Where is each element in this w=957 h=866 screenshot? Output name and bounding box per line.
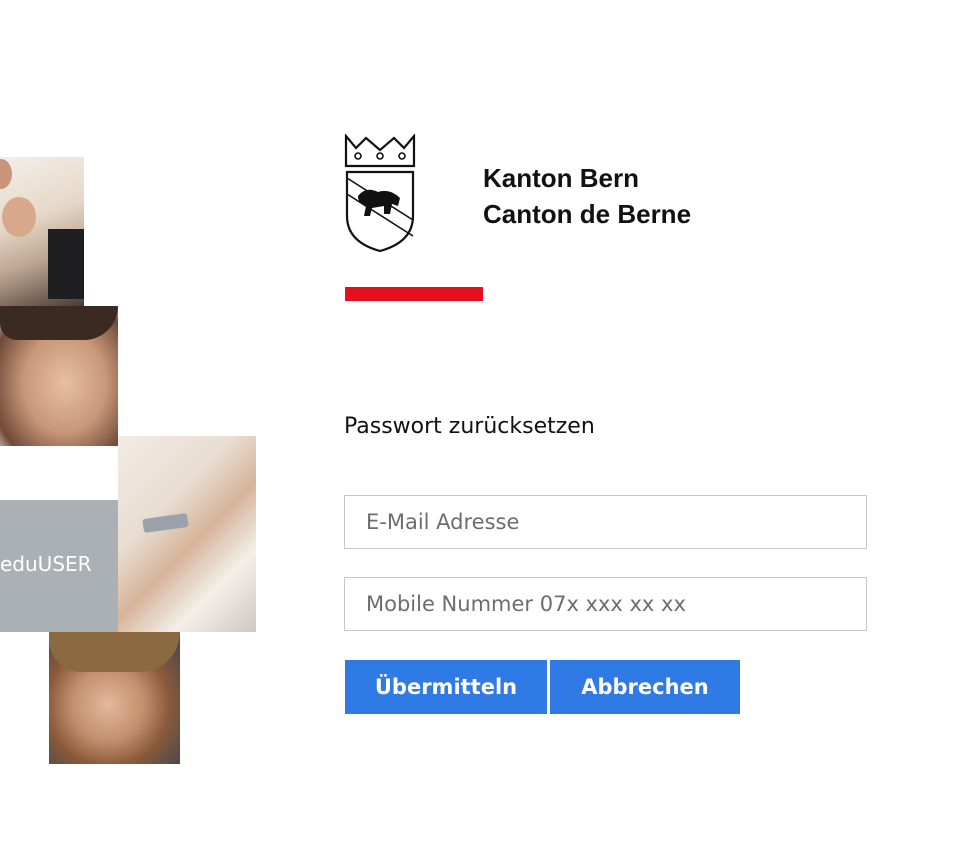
- logo-line-de: Kanton Bern: [483, 163, 639, 193]
- mobile-field[interactable]: [344, 577, 867, 631]
- bern-coat-of-arms-icon: [344, 134, 416, 253]
- email-field[interactable]: [344, 495, 867, 549]
- canton-logo-text: Kanton Bern Canton de Berne: [483, 160, 691, 232]
- email-input[interactable]: [345, 496, 866, 548]
- logo-line-fr: Canton de Berne: [483, 199, 692, 229]
- photo-people-laptop: [0, 157, 84, 306]
- eduuser-tile: eduUSER: [0, 500, 118, 632]
- photo-person-phone: [118, 436, 256, 632]
- eduuser-label: eduUSER: [0, 552, 92, 576]
- page-title: Passwort zurücksetzen: [344, 414, 595, 439]
- photo-collage: eduUSER: [0, 0, 260, 866]
- mobile-input[interactable]: [345, 578, 866, 630]
- collage-spacer: [0, 446, 118, 500]
- photo-smiling-man: [0, 306, 118, 446]
- cancel-button[interactable]: Abbrechen: [550, 660, 740, 714]
- brand-red-bar: [345, 287, 483, 301]
- photo-young-man: [49, 632, 180, 764]
- submit-button[interactable]: Übermitteln: [345, 660, 547, 714]
